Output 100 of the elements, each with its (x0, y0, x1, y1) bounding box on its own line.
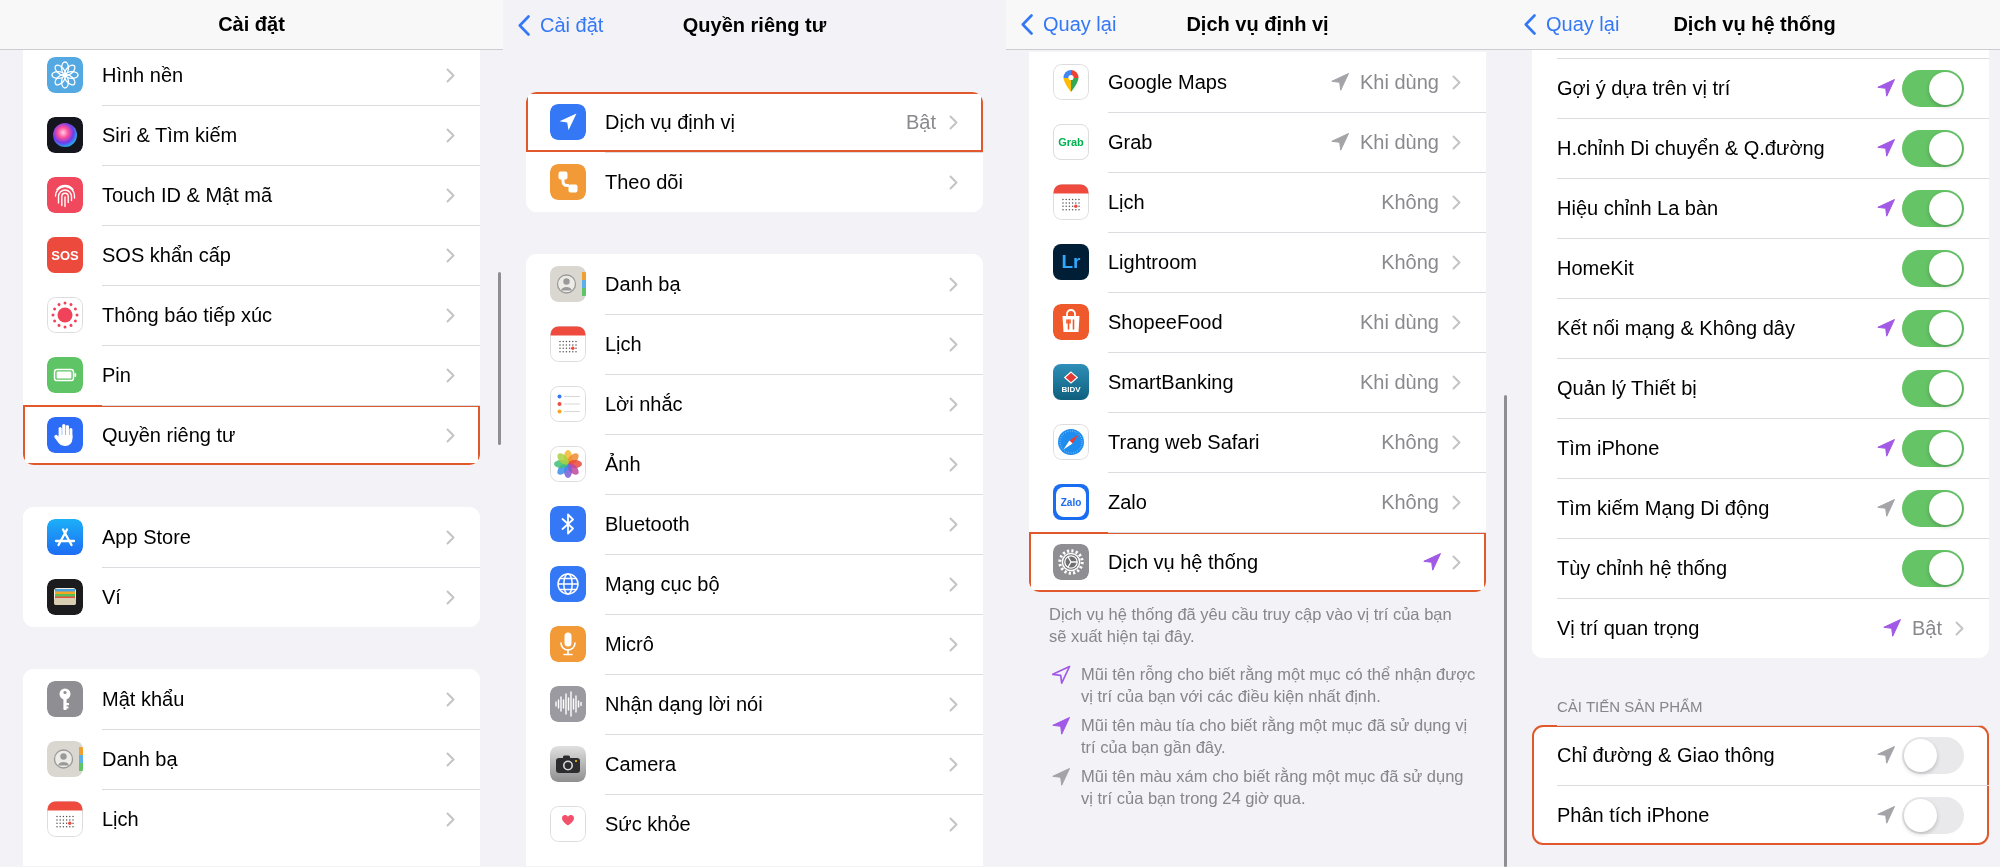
chevron-right-icon (446, 187, 455, 203)
shopping-bag-icon (1053, 304, 1089, 340)
row-value: Không (1381, 190, 1439, 214)
toggle-switch[interactable] (1902, 69, 1964, 107)
row-label: Tìm iPhone (1557, 436, 1661, 460)
fingerprint-icon (47, 177, 83, 213)
settings-row[interactable]: Dịch vụ hệ thống (1029, 532, 1486, 592)
toggle-switch[interactable] (1902, 736, 1964, 774)
chevron-right-icon (446, 367, 455, 383)
dot-ring-icon (47, 297, 83, 333)
back-button[interactable]: Quay lại (1509, 4, 1624, 45)
contact-icon (47, 741, 83, 777)
legend-text: Mũi tên màu tía cho biết rằng một mục đã sử dụng vị trí của bạn gần đây. (1081, 715, 1469, 758)
chevron-right-icon (949, 516, 958, 532)
chevron-right-icon (1452, 134, 1461, 150)
screen-title: Dịch vụ định vị (1186, 13, 1329, 36)
row-label: H.chỉnh Di chuyển & Q.đường (1557, 136, 1826, 160)
chevron-right-icon (949, 756, 958, 772)
chevron-right-icon (446, 589, 455, 605)
toggle-switch[interactable] (1902, 369, 1964, 407)
linked-squares-icon (550, 164, 586, 200)
chevron-right-icon (1452, 494, 1461, 510)
lr-logo-icon: Lr (1053, 244, 1089, 280)
store-icon (47, 519, 83, 555)
row-label: Hiệu chỉnh La bàn (1557, 196, 1720, 220)
chevron-left-icon (518, 14, 530, 36)
row-value: Không (1381, 250, 1439, 274)
settings-row[interactable]: Quyền riêng tư (23, 405, 480, 465)
chevron-right-icon (949, 816, 958, 832)
row-value: Bật (1911, 616, 1942, 640)
chevron-right-icon (1452, 434, 1461, 450)
toggle-switch[interactable] (1902, 129, 1964, 167)
chevron-right-icon (446, 529, 455, 545)
section-header: CẢI TIẾN SẢN PHẨM (1557, 698, 1704, 715)
screen-title: Quyền riêng tư (682, 13, 827, 37)
legend-text: Mũi tên màu xám cho biết rằng một mục đã sử dụng vị trí của bạn trong 24 giờ qua. (1081, 766, 1465, 809)
bluetooth-icon (550, 506, 586, 542)
chevron-right-icon (949, 276, 958, 292)
row-label: HomeKit (1557, 256, 1635, 280)
list-icon (550, 386, 586, 422)
wallet-icon (47, 579, 83, 615)
chevron-right-icon (949, 456, 958, 472)
toggle-switch[interactable] (1902, 189, 1964, 227)
toggle-switch[interactable] (1902, 249, 1964, 287)
calendar-icon (1053, 184, 1089, 220)
row-label: Tùy chỉnh hệ thống (1557, 556, 1729, 580)
chevron-right-icon (1955, 620, 1964, 636)
chevron-right-icon (949, 336, 958, 352)
toggle-switch[interactable] (1902, 309, 1964, 347)
hand-icon (47, 417, 83, 453)
toggle-switch[interactable] (1902, 549, 1964, 587)
chevron-right-icon (446, 691, 455, 707)
grab-logo-icon: Grab (1053, 124, 1089, 160)
row-label: Gợi ý dựa trên vị trí (1557, 76, 1732, 100)
row-label: Tìm kiếm Mạng Di động (1557, 496, 1771, 520)
chevron-right-icon (1452, 314, 1461, 330)
chevron-right-icon (1452, 194, 1461, 210)
chevron-right-icon (446, 811, 455, 827)
chevron-right-icon (446, 127, 455, 143)
chevron-right-icon (949, 696, 958, 712)
toggle-switch[interactable] (1902, 796, 1964, 834)
row-label: Chỉ đường & Giao thông (1557, 743, 1776, 767)
row-label: Quản lý Thiết bị (1557, 376, 1698, 400)
row-value: Khi dùng (1360, 130, 1439, 154)
chevron-right-icon (1452, 554, 1461, 570)
waveform-icon (550, 686, 586, 722)
chevron-right-icon (446, 67, 455, 83)
footer-note: Dịch vụ hệ thống đã yêu cầu truy cập vào vị trí của bạn sẽ xuất hiện tại đây. (1049, 604, 1453, 647)
chevron-right-icon (446, 751, 455, 767)
globe-icon (550, 566, 586, 602)
zalo-logo-icon: Zalo (1053, 484, 1089, 520)
petals-icon (550, 446, 586, 482)
compass-icon (1053, 424, 1089, 460)
row-value: Khi dùng (1360, 310, 1439, 334)
chevron-right-icon (949, 114, 958, 130)
row-value: Bật (905, 110, 936, 134)
contact-icon (550, 266, 586, 302)
gear-icon (1053, 544, 1089, 580)
toggle-switch[interactable] (1902, 429, 1964, 467)
calendar-icon (47, 801, 83, 837)
screen-title: Cài đặt (218, 13, 285, 36)
back-button[interactable]: Quay lại (1006, 4, 1121, 45)
row-value: Khi dùng (1360, 370, 1439, 394)
flower-icon (47, 57, 83, 93)
chevron-right-icon (446, 307, 455, 323)
sos-icon: SOS (47, 237, 83, 273)
chevron-left-icon (1021, 14, 1033, 35)
back-button[interactable]: Cài đặt (503, 5, 608, 45)
toggle-switch[interactable] (1902, 489, 1964, 527)
camera-icon (550, 746, 586, 782)
chevron-right-icon (1452, 74, 1461, 90)
map-pin-icon (1053, 64, 1089, 100)
chevron-right-icon (1452, 374, 1461, 390)
chevron-left-icon (1524, 14, 1536, 35)
chevron-right-icon (446, 247, 455, 263)
settings-row[interactable]: Dịch vụ định vị Bật (526, 92, 983, 152)
chevron-right-icon (949, 396, 958, 412)
screen-title: Dịch vụ hệ thống (1673, 13, 1836, 36)
row-label: Kết nối mạng & Không dây (1557, 316, 1796, 340)
row-value: Khi dùng (1360, 70, 1439, 94)
